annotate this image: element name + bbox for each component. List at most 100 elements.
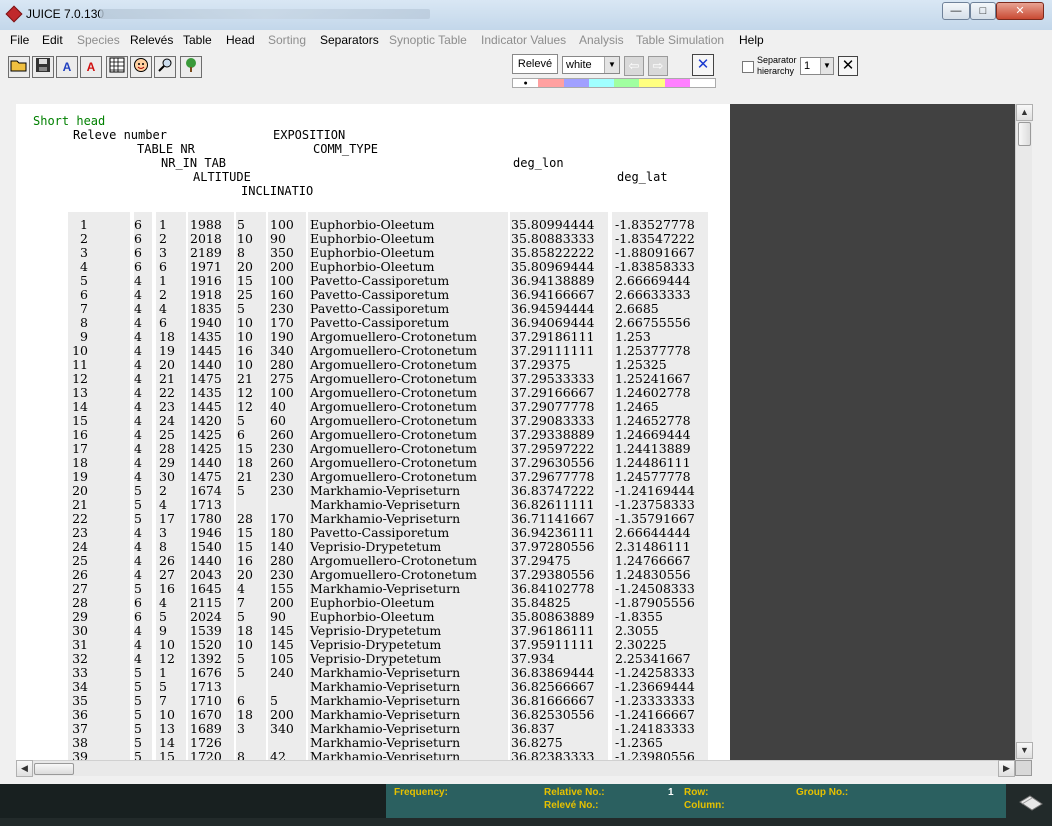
table-cell[interactable]: Markhamio-Vepriseturn — [310, 708, 516, 722]
table-cell[interactable]: 5 — [134, 666, 154, 680]
table-cell[interactable]: Euphorbio-Oleetum — [310, 218, 516, 232]
table-cell[interactable]: Argomuellero-Crotonetum — [310, 330, 516, 344]
table-cell[interactable]: Markhamio-Vepriseturn — [310, 694, 516, 708]
table-cell[interactable]: 4 — [134, 400, 154, 414]
table-cell[interactable]: 22 — [159, 386, 189, 400]
table-cell[interactable]: 4 — [134, 274, 154, 288]
table-cell[interactable]: 15 — [68, 414, 88, 428]
table-cell[interactable]: 10 — [237, 232, 273, 246]
table-cell[interactable]: 230 — [270, 568, 314, 582]
table-cell[interactable]: Markhamio-Vepriseturn — [310, 484, 516, 498]
table-cell[interactable]: 28 — [237, 512, 273, 526]
table-cell[interactable]: 36.82566667 — [511, 680, 617, 694]
table-cell[interactable]: 3 — [159, 526, 189, 540]
table-cell[interactable]: 5 — [134, 498, 154, 512]
table-cell[interactable]: 18 — [159, 330, 189, 344]
table-cell[interactable]: 1392 — [190, 652, 240, 666]
table-cell[interactable]: 4 — [134, 330, 154, 344]
hierarchy-select[interactable]: 1 ▼ — [800, 57, 834, 75]
table-cell[interactable]: 7 — [237, 596, 273, 610]
table-cell[interactable]: 20 — [237, 260, 273, 274]
table-cell[interactable]: 4 — [159, 498, 189, 512]
open-folder-icon[interactable] — [8, 56, 30, 78]
table-cell[interactable]: 29 — [159, 456, 189, 470]
menu-item-edit[interactable]: Edit — [42, 33, 63, 47]
table-cell[interactable]: Argomuellero-Crotonetum — [310, 456, 516, 470]
table-cell[interactable]: 36.94594444 — [511, 302, 617, 316]
table-cell[interactable]: 37.96186111 — [511, 624, 617, 638]
table-cell[interactable]: 37.29338889 — [511, 428, 617, 442]
menu-item-table-simulation[interactable]: Table Simulation — [636, 33, 724, 47]
table-cell[interactable]: 1 — [159, 218, 189, 232]
table-cell[interactable]: 1425 — [190, 442, 240, 456]
table-cell[interactable]: 13 — [159, 722, 189, 736]
table-cell[interactable]: 4 — [134, 470, 154, 484]
table-cell[interactable]: 5 — [237, 484, 273, 498]
table-cell[interactable]: Argomuellero-Crotonetum — [310, 442, 516, 456]
table-cell[interactable]: 2 — [159, 232, 189, 246]
table-cell[interactable]: -1.88091667 — [615, 246, 717, 260]
species-a-icon[interactable]: A — [56, 56, 78, 78]
color-select[interactable]: white ▼ — [562, 56, 620, 74]
resize-grip-icon[interactable] — [1018, 792, 1044, 812]
table-cell[interactable]: 6 — [134, 260, 154, 274]
table-cell[interactable]: 37.29475 — [511, 554, 617, 568]
table-cell[interactable]: 36.837 — [511, 722, 617, 736]
table-cell[interactable]: 37.29111111 — [511, 344, 617, 358]
table-cell[interactable]: Euphorbio-Oleetum — [310, 596, 516, 610]
table-cell[interactable]: 36.71141667 — [511, 512, 617, 526]
menu-item-synoptic-table[interactable]: Synoptic Table — [389, 33, 467, 47]
table-cell[interactable]: 20 — [68, 484, 88, 498]
table-cell[interactable]: 37.95911111 — [511, 638, 617, 652]
table-cell[interactable]: 4 — [134, 386, 154, 400]
table-cell[interactable]: 6 — [159, 316, 189, 330]
table-cell[interactable]: 5 — [270, 694, 314, 708]
menu-item-table[interactable]: Table — [183, 33, 212, 47]
table-cell[interactable]: 230 — [270, 470, 314, 484]
table-cell[interactable]: 4 — [68, 260, 88, 274]
table-cell[interactable]: 5 — [159, 680, 189, 694]
table-cell[interactable]: -1.2365 — [615, 736, 717, 750]
table-cell[interactable]: 34 — [68, 680, 88, 694]
vertical-scroll-thumb[interactable] — [1018, 122, 1031, 146]
table-cell[interactable]: 36.94138889 — [511, 274, 617, 288]
table-cell[interactable]: 260 — [270, 456, 314, 470]
palette-swatch[interactable] — [563, 79, 589, 87]
table-cell[interactable]: 35.80969444 — [511, 260, 617, 274]
table-cell[interactable]: Markhamio-Vepriseturn — [310, 498, 516, 512]
table-cell[interactable]: 15 — [237, 526, 273, 540]
table-cell[interactable]: 25 — [237, 288, 273, 302]
table-cell[interactable]: 2.66633333 — [615, 288, 717, 302]
table-cell[interactable]: 1445 — [190, 344, 240, 358]
table-cell[interactable]: 1520 — [190, 638, 240, 652]
table-cell[interactable]: Markhamio-Vepriseturn — [310, 750, 516, 761]
table-cell[interactable]: 1.2465 — [615, 400, 717, 414]
table-cell[interactable]: 16 — [237, 554, 273, 568]
close-color-button[interactable]: ✕ — [692, 54, 714, 76]
table-cell[interactable]: 21 — [237, 372, 273, 386]
table-cell[interactable]: 4 — [134, 302, 154, 316]
table-cell[interactable]: 5 — [134, 722, 154, 736]
table-cell[interactable]: Markhamio-Vepriseturn — [310, 582, 516, 596]
table-cell[interactable]: 1425 — [190, 428, 240, 442]
table-cell[interactable]: -1.24183333 — [615, 722, 717, 736]
table-cell[interactable]: Markhamio-Vepriseturn — [310, 722, 516, 736]
table-cell[interactable]: 36 — [68, 708, 88, 722]
scroll-down-icon[interactable]: ▼ — [1016, 742, 1033, 759]
table-cell[interactable]: 36.83747222 — [511, 484, 617, 498]
table-cell[interactable]: 5 — [134, 484, 154, 498]
table-cell[interactable]: Markhamio-Vepriseturn — [310, 666, 516, 680]
table-cell[interactable]: 36.8275 — [511, 736, 617, 750]
table-cell[interactable]: 230 — [270, 302, 314, 316]
table-cell[interactable]: 37.29186111 — [511, 330, 617, 344]
table-cell[interactable]: 1.24830556 — [615, 568, 717, 582]
table-cell[interactable]: 15 — [237, 274, 273, 288]
table-cell[interactable]: 2189 — [190, 246, 240, 260]
table-cell[interactable]: 4 — [134, 624, 154, 638]
table-cell[interactable]: 31 — [68, 638, 88, 652]
table-cell[interactable]: 37 — [68, 722, 88, 736]
table-cell[interactable]: 1713 — [190, 680, 240, 694]
table-cell[interactable]: Argomuellero-Crotonetum — [310, 400, 516, 414]
table-cell[interactable]: 3 — [159, 246, 189, 260]
table-cell[interactable]: 4 — [134, 638, 154, 652]
